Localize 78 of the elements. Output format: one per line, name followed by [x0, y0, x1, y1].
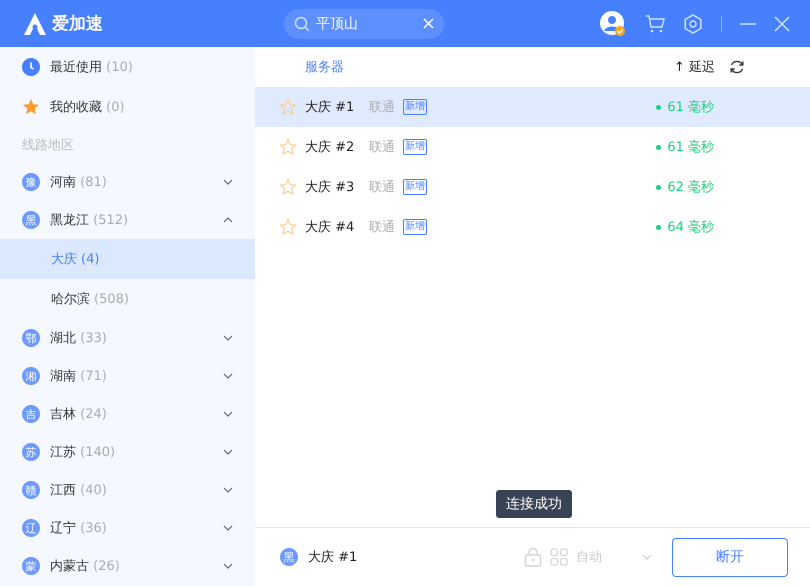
region-item[interactable]: 辽宁 (36)	[50, 519, 107, 537]
cart-icon[interactable]	[645, 14, 665, 32]
clear-icon[interactable]	[423, 18, 434, 29]
status-dot	[656, 184, 662, 190]
latency-value: 62 毫秒	[667, 179, 714, 196]
caret-down-icon[interactable]	[223, 563, 233, 569]
toast-message: 连接成功	[496, 490, 572, 518]
search-icon	[294, 16, 310, 32]
star-icon	[22, 98, 40, 116]
section-title: 线路地区	[21, 137, 75, 155]
region-badge: 黑	[22, 211, 40, 229]
region-item[interactable]: 湖北 (33)	[50, 329, 107, 347]
minimize-icon[interactable]	[740, 22, 756, 24]
star-icon[interactable]	[279, 98, 297, 116]
region-item[interactable]: 河南 (81)	[50, 173, 107, 191]
server-row[interactable]: 大庆 #2 联通 新增 61 毫秒	[255, 127, 810, 167]
caret-up-icon[interactable]	[223, 217, 233, 223]
region-badge: 蒙	[22, 557, 40, 575]
sidebar-item[interactable]: 我的收藏 (0)	[50, 98, 125, 116]
avatar-icon[interactable]	[599, 10, 627, 38]
star-icon[interactable]	[279, 138, 297, 156]
region-badge: 辽	[22, 519, 40, 537]
new-tag: 新增	[403, 179, 427, 195]
server-name: 大庆 #1	[305, 99, 356, 116]
caret-down-icon[interactable]	[223, 487, 233, 493]
region-badge: 苏	[22, 443, 40, 461]
region-item[interactable]: 内蒙古 (26)	[50, 557, 120, 575]
region-badge: 黑	[280, 548, 298, 566]
server-row[interactable]: 大庆 #3 联通 新增 62 毫秒	[255, 167, 810, 207]
grid-icon	[550, 548, 568, 566]
region-badge: 湘	[22, 367, 40, 385]
sidebar-item[interactable]: 最近使用 (10)	[50, 58, 133, 76]
sort-header[interactable]: ↑ 延迟	[674, 58, 715, 76]
settings-icon[interactable]	[683, 14, 703, 34]
latency-value: 64 毫秒	[667, 219, 714, 236]
caret-down-icon[interactable]	[223, 179, 233, 185]
isp-label: 联通	[369, 219, 396, 236]
region-item[interactable]: 黑龙江 (512)	[50, 211, 128, 229]
column-header[interactable]: 服务器	[305, 58, 344, 76]
close-icon[interactable]	[774, 16, 790, 32]
refresh-icon[interactable]	[729, 59, 745, 75]
caret-down-icon[interactable]	[223, 449, 233, 455]
latency-value: 61 毫秒	[667, 139, 714, 156]
disconnect-button[interactable]: 断开	[672, 538, 788, 576]
logo-icon	[22, 12, 48, 36]
region-badge: 豫	[22, 173, 40, 191]
server-row[interactable]: 大庆 #4 联通 新增 64 毫秒	[255, 207, 810, 247]
latency-value: 61 毫秒	[667, 99, 714, 116]
isp-label: 联通	[369, 139, 396, 156]
new-tag: 新增	[403, 219, 427, 235]
new-tag: 新增	[403, 139, 427, 155]
star-icon[interactable]	[279, 218, 297, 236]
city-item[interactable]: 哈尔滨 (508)	[0, 279, 255, 319]
server-name: 大庆 #3	[305, 179, 356, 196]
region-item[interactable]: 江苏 (140)	[50, 443, 116, 461]
new-tag: 新增	[403, 99, 427, 115]
server-name: 大庆 #2	[305, 139, 356, 156]
caret-down-icon[interactable]	[223, 335, 233, 341]
status-dot	[656, 104, 662, 110]
status-dot	[656, 144, 662, 150]
caret-down-icon[interactable]	[223, 525, 233, 531]
region-badge: 吉	[22, 405, 40, 423]
star-icon[interactable]	[279, 178, 297, 196]
connected-server: 大庆 #1	[308, 549, 358, 566]
app-title: 爱加速	[52, 13, 103, 35]
region-badge: 鄂	[22, 329, 40, 347]
server-row[interactable]: 大庆 #1 联通 新增 61 毫秒	[255, 87, 810, 127]
isp-label: 联通	[369, 99, 396, 116]
server-name: 大庆 #4	[305, 219, 356, 236]
caret-down-icon[interactable]	[223, 411, 233, 417]
isp-label: 联通	[369, 179, 396, 196]
status-dot	[656, 224, 662, 230]
clock-icon	[22, 58, 40, 76]
region-badge: 赣	[22, 481, 40, 499]
region-item[interactable]: 湖南 (71)	[50, 367, 107, 385]
region-item[interactable]: 江西 (40)	[50, 481, 107, 499]
caret-down-icon[interactable]	[223, 373, 233, 379]
region-item[interactable]: 吉林 (24)	[50, 405, 107, 423]
